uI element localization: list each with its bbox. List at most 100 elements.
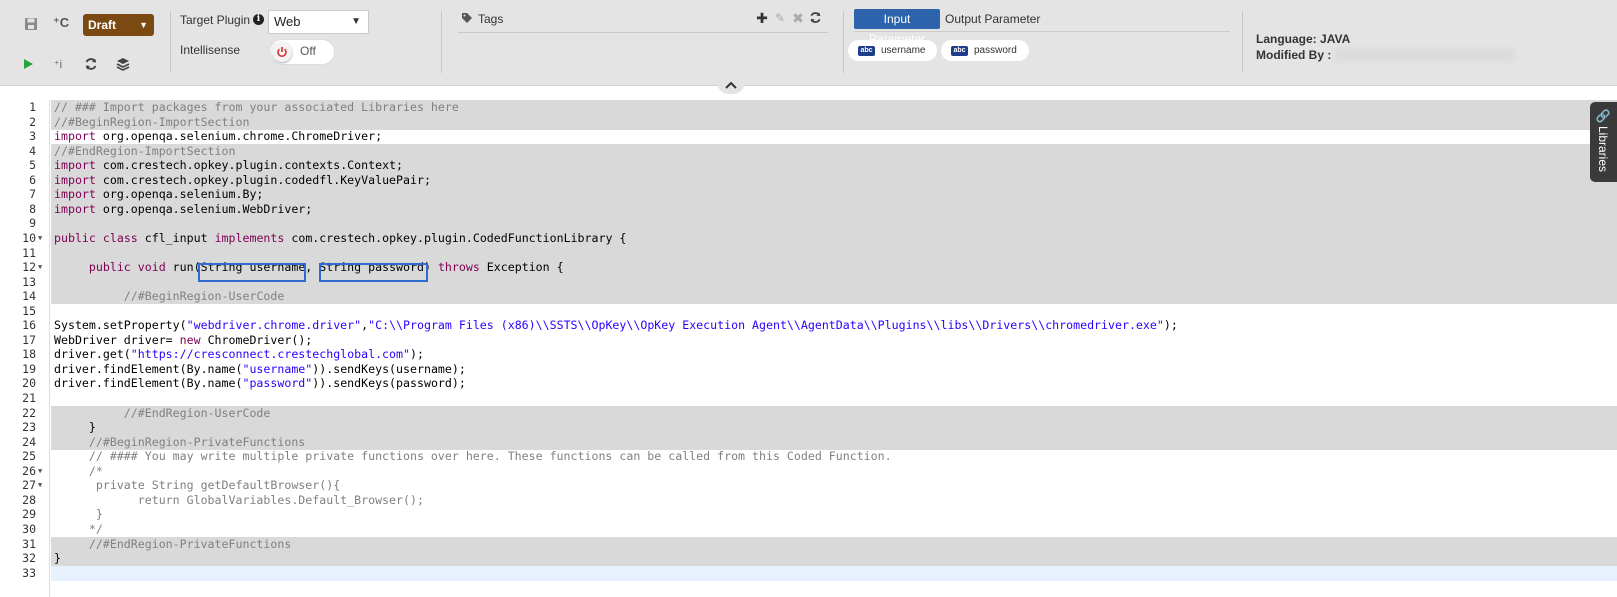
code-line[interactable]: 23 }	[0, 420, 1617, 436]
code-line[interactable]: 20 driver.findElement(By.name("password")…	[0, 376, 1617, 391]
param-highlight-username	[198, 263, 306, 282]
code-line[interactable]: 32}	[0, 551, 1617, 567]
code-line[interactable]: 31 //#EndRegion-PrivateFunctions	[0, 536, 1617, 552]
line-number: 7	[29, 187, 36, 202]
intellisense-toggle[interactable]: Off	[270, 40, 334, 64]
code-line[interactable]: 33	[0, 565, 1617, 581]
code-line[interactable]: 14 //#BeginRegion-UserCode	[0, 289, 1617, 305]
code-line[interactable]: 1 // ### Import packages from your associ…	[0, 100, 1617, 115]
code-line[interactable]: 5 import com.crestech.opkey.plugin.contex…	[0, 158, 1617, 174]
code-text: /*	[54, 463, 103, 478]
param-chip-username[interactable]: abc username	[848, 40, 937, 61]
run-icon[interactable]	[17, 53, 39, 75]
line-number: 31	[22, 536, 36, 551]
code-text: // ### Import packages from your associa…	[51, 100, 1617, 115]
param-highlight-password	[319, 263, 428, 282]
code-text: //#BeginRegion-PrivateFunctions	[51, 434, 1617, 450]
chevron-up-icon[interactable]	[717, 80, 745, 94]
sync-icon[interactable]	[808, 11, 822, 25]
code-line[interactable]: 8 import org.openqa.selenium.WebDriver;	[0, 201, 1617, 217]
line-number: 27	[22, 478, 36, 493]
code-line[interactable]: 10 ▼ public class cfl_input implements com…	[0, 230, 1617, 246]
libraries-side-tab[interactable]: 🔗 Libraries	[1590, 102, 1617, 182]
fold-arrow-icon[interactable]: ▼	[38, 260, 42, 275]
code-text: */	[54, 521, 103, 536]
refresh-icon[interactable]	[80, 53, 102, 75]
code-line[interactable]: 3 import org.openqa.selenium.chrome.Chrom…	[0, 129, 1617, 144]
target-plugin-dropdown[interactable]: Web ▼	[268, 10, 369, 34]
code-line[interactable]: 4 //#EndRegion-ImportSection	[0, 143, 1617, 159]
code-line[interactable]: 28 return GlobalVariables.Default_Browse…	[0, 493, 1617, 508]
param-chip-password[interactable]: abc password	[941, 40, 1029, 61]
code-text: public class cfl_input implements com.cr…	[51, 230, 1617, 246]
stack-icon[interactable]	[112, 53, 134, 75]
fold-arrow-icon[interactable]: ▼	[38, 464, 42, 479]
code-line[interactable]: 15	[0, 304, 1617, 319]
code-text: import org.openqa.selenium.chrome.Chrome…	[54, 129, 383, 144]
code-text: //#BeginRegion-ImportSection	[51, 114, 1617, 130]
save-icon[interactable]	[20, 13, 42, 35]
code-line[interactable]: 26 ▼ /*	[0, 464, 1617, 479]
code-text: import org.openqa.selenium.WebDriver;	[51, 201, 1617, 217]
line-number: 13	[22, 274, 36, 289]
code-line[interactable]: 19 driver.findElement(By.name("username")…	[0, 362, 1617, 377]
tab-output-parameter[interactable]: Output Parameter	[945, 9, 1040, 29]
add-input-icon[interactable]: ⁺i	[47, 53, 69, 75]
line-number: 33	[22, 565, 36, 580]
code-line[interactable]: 18 driver.get("https://cresconnect.creste…	[0, 347, 1617, 362]
code-line[interactable]: 29 }	[0, 507, 1617, 522]
status-dropdown[interactable]: Draft ▼	[83, 14, 154, 36]
language-label: Language:	[1256, 32, 1317, 46]
edit-icon[interactable]: ✎	[773, 11, 787, 25]
fold-arrow-icon[interactable]: ▼	[38, 478, 42, 493]
divider	[854, 31, 1230, 32]
code-text: }	[51, 551, 1617, 567]
code-editor[interactable]: 1 // ### Import packages from your associ…	[0, 100, 1617, 597]
code-text: import org.openqa.selenium.By;	[51, 187, 1617, 203]
code-text: //#BeginRegion-UserCode	[51, 289, 1617, 305]
status-value: Draft	[88, 18, 117, 32]
code-line[interactable]: 17 WebDriver driver= new ChromeDriver();	[0, 333, 1617, 348]
tags-input-underline[interactable]	[458, 32, 828, 33]
code-text	[51, 216, 1617, 232]
code-text: // #### You may write multiple private f…	[54, 449, 892, 464]
toolbar: ⁺C Draft ▼ ⁺i Target Plugin i Web ▼ Inte…	[0, 0, 1617, 86]
tab-input-parameter[interactable]: Input Parameter	[854, 9, 940, 46]
code-line[interactable]: 7 import org.openqa.selenium.By;	[0, 187, 1617, 203]
line-number: 28	[22, 492, 36, 507]
line-number: 12	[22, 260, 36, 275]
fold-arrow-icon[interactable]: ▼	[38, 231, 42, 246]
code-line[interactable]: 11	[0, 245, 1617, 261]
divider	[441, 11, 442, 73]
line-number: 32	[22, 551, 36, 566]
code-line[interactable]: 16 System.setProperty("webdriver.chrome.d…	[0, 318, 1617, 333]
line-number: 24	[22, 434, 36, 449]
line-number: 29	[22, 507, 36, 522]
line-number: 23	[22, 420, 36, 435]
line-number: 8	[29, 201, 36, 216]
code-line[interactable]: 21	[0, 391, 1617, 406]
code-line[interactable]: 22 //#EndRegion-UserCode	[0, 405, 1617, 421]
intellisense-label: Intellisense	[180, 43, 241, 57]
code-text	[51, 245, 1617, 261]
code-line[interactable]: 9	[0, 216, 1617, 232]
code-line[interactable]: 30 */	[0, 522, 1617, 537]
add-coded-function-icon[interactable]: ⁺C	[50, 12, 72, 34]
code-text: driver.findElement(By.name("username")).…	[54, 361, 466, 376]
code-text: }	[51, 420, 1617, 436]
line-number: 16	[22, 318, 36, 333]
delete-icon[interactable]: ✖	[791, 11, 805, 25]
code-line[interactable]: 2 //#BeginRegion-ImportSection	[0, 114, 1617, 130]
line-number: 17	[22, 332, 36, 347]
code-text: System.setProperty("webdriver.chrome.dri…	[54, 318, 1178, 333]
info-icon[interactable]: i	[253, 14, 264, 25]
code-line[interactable]: 6 import com.crestech.opkey.plugin.codedf…	[0, 172, 1617, 188]
code-text: WebDriver driver= new ChromeDriver();	[54, 332, 313, 347]
code-line[interactable]: 27 ▼ private String getDefaultBrowser(){	[0, 478, 1617, 493]
line-number: 18	[22, 347, 36, 362]
code-line[interactable]: 25 // #### You may write multiple privat…	[0, 449, 1617, 464]
plus-icon[interactable]: ✚	[755, 11, 769, 25]
code-line[interactable]: 24 //#BeginRegion-PrivateFunctions	[0, 434, 1617, 450]
line-number: 5	[29, 158, 36, 173]
